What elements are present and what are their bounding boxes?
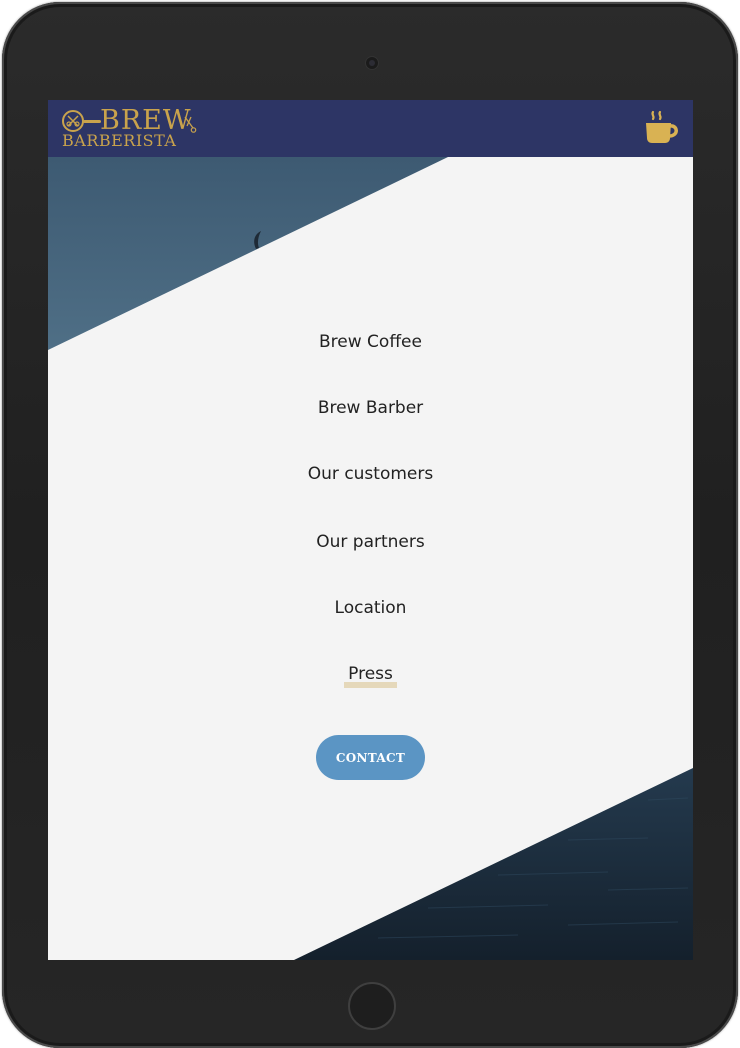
nav-item-our-partners[interactable]: Our partners xyxy=(48,531,693,553)
header: BREW BARBERISTA xyxy=(48,100,693,157)
tablet-frame: BREW BARBERISTA Brew Coffee Brew Barber xyxy=(2,2,738,1048)
screen: BREW BARBERISTA Brew Coffee Brew Barber xyxy=(48,100,693,960)
nav-item-brew-barber[interactable]: Brew Barber xyxy=(48,397,693,419)
brand-name-bottom: BARBERISTA xyxy=(62,131,177,150)
nav-item-press[interactable]: Press xyxy=(48,663,693,688)
handle-icon xyxy=(83,120,101,123)
coffee-cup-icon xyxy=(646,110,678,143)
nav-item-location[interactable]: Location xyxy=(48,597,693,619)
scissors-icon xyxy=(184,116,197,133)
nav-item-brew-coffee[interactable]: Brew Coffee xyxy=(48,331,693,353)
menu-toggle-button[interactable] xyxy=(642,110,682,146)
hero-image-bottom xyxy=(294,768,693,960)
home-button-icon[interactable] xyxy=(348,982,396,1030)
brand-logo[interactable]: BREW BARBERISTA xyxy=(60,106,200,152)
camera-icon xyxy=(366,57,378,69)
scissors-badge-icon xyxy=(62,110,84,132)
contact-button[interactable]: CONTACT xyxy=(316,735,425,780)
nav-item-our-customers[interactable]: Our customers xyxy=(48,463,693,485)
